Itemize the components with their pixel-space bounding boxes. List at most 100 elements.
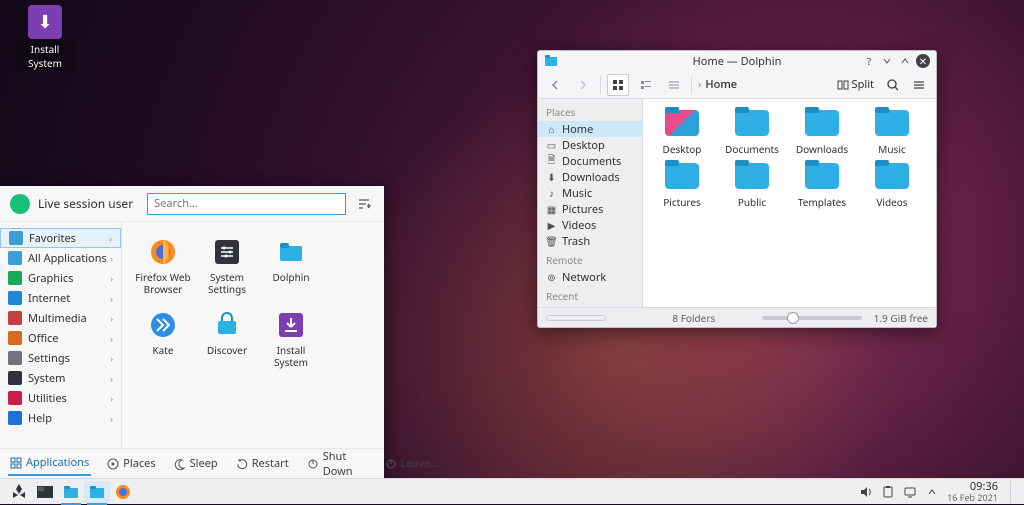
file-view[interactable]: Desktop Documents Downloads Music Pictures Pu…	[643, 99, 936, 307]
category-multimedia[interactable]: Multimedia ›	[0, 308, 121, 328]
category-office[interactable]: Office›	[0, 328, 121, 348]
task-dolphin[interactable]	[84, 481, 110, 503]
tray-expand-icon[interactable]	[925, 485, 939, 499]
status-free: 1.9 GiB free	[874, 311, 928, 325]
places-item-pictures[interactable]: ▦Pictures	[538, 201, 642, 217]
category-graphics[interactable]: Graphics›	[0, 268, 121, 288]
places-item-home[interactable]: ⌂Home	[538, 121, 642, 137]
app-label: System Settings	[196, 272, 258, 295]
breadcrumb-item[interactable]: Home	[705, 77, 737, 92]
folder-downloads[interactable]: Downloads	[791, 107, 853, 156]
folder-label: Documents	[721, 142, 783, 156]
chevron-right-icon: ›	[110, 332, 113, 345]
split-icon	[837, 79, 849, 91]
folder-videos[interactable]: Videos	[861, 160, 923, 209]
tab-places[interactable]: Places	[105, 452, 157, 475]
search-button[interactable]	[882, 74, 904, 96]
launcher-button[interactable]	[6, 481, 32, 503]
folder-documents[interactable]: Documents	[721, 107, 783, 156]
install-icon	[275, 309, 307, 341]
category-icon	[8, 311, 22, 325]
tab-label: Places	[123, 456, 155, 471]
places-item-videos[interactable]: ▶Videos	[538, 217, 642, 233]
search-input[interactable]	[147, 193, 346, 215]
audio-icon[interactable]	[859, 485, 873, 499]
display-icon[interactable]	[903, 485, 917, 499]
tab-applications[interactable]: Applications	[8, 451, 91, 476]
compact-view-button[interactable]	[635, 74, 657, 96]
places-item-network[interactable]: ⊚Network	[538, 269, 642, 285]
split-button[interactable]: Split	[833, 75, 878, 94]
category-help[interactable]: Help›	[0, 408, 121, 428]
back-button[interactable]	[544, 74, 566, 96]
close-button[interactable]: ✕	[916, 54, 930, 68]
launcher-header: Live session user	[0, 186, 384, 222]
places-label: Music	[562, 186, 592, 201]
category-icon	[8, 251, 22, 265]
chevron-right-icon: ›	[110, 372, 113, 385]
help-icon[interactable]: ?	[862, 54, 876, 68]
app-kate[interactable]: Kate	[132, 305, 194, 372]
clipboard-icon[interactable]	[881, 485, 895, 499]
sort-icon[interactable]	[354, 194, 374, 214]
app-install-system[interactable]: Install System	[260, 305, 322, 372]
places-item-trash[interactable]: 🗑Trash	[538, 233, 642, 249]
folder-templates[interactable]: Templates	[791, 160, 853, 209]
folder-icon	[732, 107, 772, 139]
titlebar[interactable]: Home — Dolphin ? ✕	[538, 51, 936, 71]
category-settings[interactable]: Settings›	[0, 348, 121, 368]
places-item-downloads[interactable]: ⬇Downloads	[538, 169, 642, 185]
icons-view-button[interactable]	[607, 74, 629, 96]
folder-icon	[275, 236, 307, 268]
task-dolphin-pinned[interactable]	[58, 481, 84, 503]
places-item-desktop[interactable]: ▭Desktop	[538, 137, 642, 153]
places-label: Trash	[562, 234, 590, 249]
zoom-slider[interactable]	[762, 316, 862, 320]
sleep-button[interactable]: Sleep	[172, 452, 220, 475]
places-item-music[interactable]: ♪Music	[538, 185, 642, 201]
places-item-documents[interactable]: 🗎Documents	[538, 153, 642, 169]
category-icon	[8, 351, 22, 365]
folder-desktop[interactable]: Desktop	[651, 107, 713, 156]
app-dolphin[interactable]: Dolphin	[260, 232, 322, 299]
category-system[interactable]: System›	[0, 368, 121, 388]
app-discover[interactable]: Discover	[196, 305, 258, 372]
category-favorites[interactable]: Favorites›	[0, 228, 121, 248]
chevron-right-icon: ›	[110, 312, 113, 325]
user-avatar[interactable]	[10, 194, 30, 214]
network-icon: ⊚	[546, 272, 557, 283]
category-all-applications[interactable]: All Applications›	[0, 248, 121, 268]
tab-label: Applications	[26, 455, 89, 470]
clock[interactable]: 09:36 16 Feb 2021	[947, 481, 998, 503]
category-utilities[interactable]: Utilities›	[0, 388, 121, 408]
folder-public[interactable]: Public	[721, 160, 783, 209]
app-firefox-web-browser[interactable]: Firefox Web Browser	[132, 232, 194, 299]
category-internet[interactable]: Internet›	[0, 288, 121, 308]
videos-icon: ▶	[546, 220, 557, 231]
launcher-footer: Applications Places Sleep Restart Shut D…	[0, 448, 384, 478]
toolbar: › Home Split	[538, 71, 936, 99]
app-system-settings[interactable]: System Settings	[196, 232, 258, 299]
breadcrumb[interactable]: › Home	[698, 77, 737, 92]
menu-button[interactable]	[908, 74, 930, 96]
folder-pictures[interactable]: Pictures	[651, 160, 713, 209]
details-view-button[interactable]	[663, 74, 685, 96]
pager[interactable]	[32, 481, 58, 503]
folder-label: Music	[861, 142, 923, 156]
forward-button[interactable]	[572, 74, 594, 96]
leave-button[interactable]: Leave...	[383, 452, 442, 475]
folder-label: Public	[721, 195, 783, 209]
folder-music[interactable]: Music	[861, 107, 923, 156]
folder-icon	[802, 160, 842, 192]
show-desktop-button[interactable]	[1010, 481, 1018, 503]
shutdown-button[interactable]: Shut Down	[305, 445, 355, 483]
minimize-button[interactable]	[880, 54, 894, 68]
grid-icon	[10, 457, 22, 469]
desktop-icon-install-system[interactable]: ⬇ Install System	[15, 5, 75, 71]
restart-button[interactable]: Restart	[234, 452, 291, 475]
scrollbar-stub[interactable]	[546, 315, 606, 321]
category-label: Multimedia	[28, 311, 87, 326]
task-firefox[interactable]	[110, 481, 136, 503]
taskbar: 09:36 16 Feb 2021	[0, 478, 1024, 504]
maximize-button[interactable]	[898, 54, 912, 68]
